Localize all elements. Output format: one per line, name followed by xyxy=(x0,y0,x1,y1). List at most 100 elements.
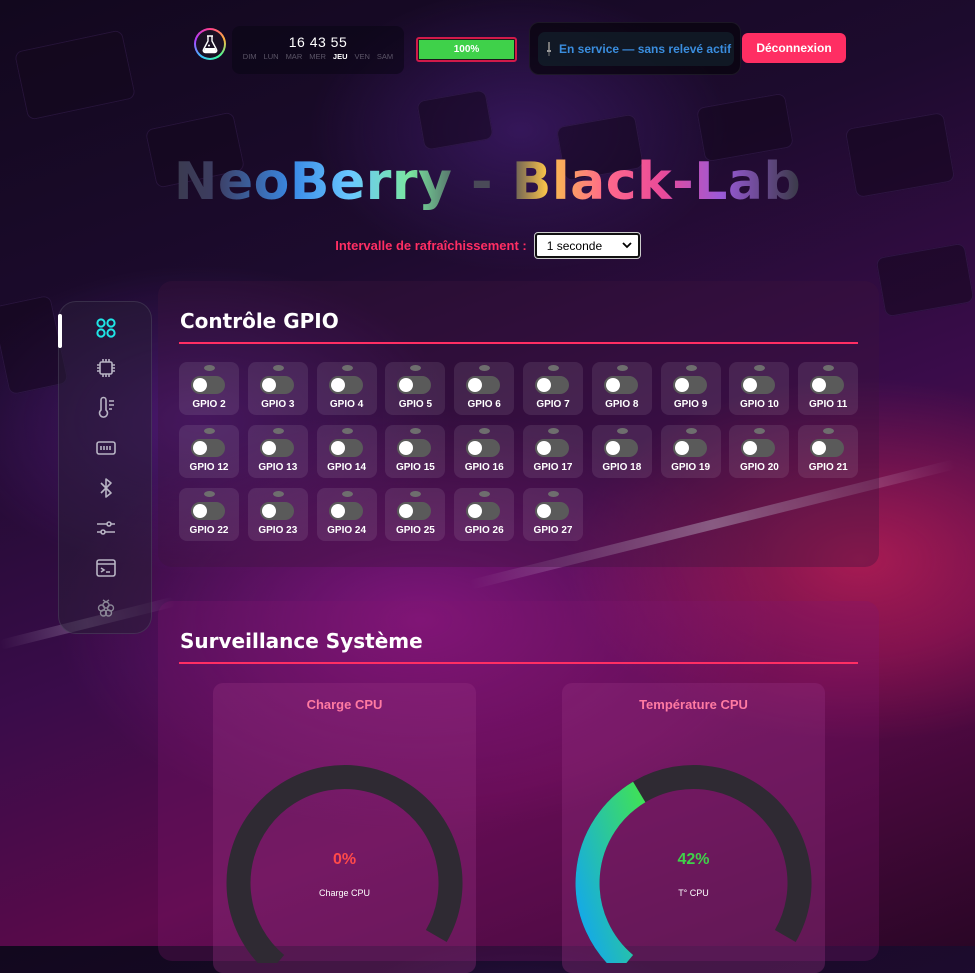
gpio-toggle[interactable] xyxy=(259,439,294,457)
memory-icon xyxy=(96,441,116,455)
toggle-knob xyxy=(261,441,276,455)
gpio-status-led xyxy=(685,365,697,371)
sidebar-item-cpu[interactable] xyxy=(59,348,153,388)
gpio-card: GPIO 25 xyxy=(385,488,446,541)
flask-icon xyxy=(202,35,218,54)
terminal-icon xyxy=(96,559,116,577)
gpio-card: GPIO 23 xyxy=(247,488,308,541)
gpio-card: GPIO 2 xyxy=(179,362,239,415)
gpio-label: GPIO 24 xyxy=(327,525,367,536)
gpio-toggle[interactable] xyxy=(603,376,638,394)
gpio-toggle[interactable] xyxy=(259,376,294,394)
toggle-knob xyxy=(743,378,758,392)
gpio-card: GPIO 13 xyxy=(247,425,308,478)
gpio-label: GPIO 10 xyxy=(739,399,779,410)
toggle-knob xyxy=(468,504,483,518)
toggle-knob xyxy=(399,441,414,455)
gpio-toggle[interactable] xyxy=(191,502,225,520)
gpio-label: GPIO 12 xyxy=(189,462,229,473)
gpio-status-led xyxy=(204,365,215,371)
gpio-toggle[interactable] xyxy=(672,376,707,394)
weekday-row: DIM LUN MAR MER JEU VEN SAM xyxy=(232,52,404,61)
toggle-knob xyxy=(330,441,345,455)
refresh-interval-row: Intervalle de rafraîchissement : 1 secon… xyxy=(0,232,975,259)
gauge-track xyxy=(226,765,463,963)
toggle-knob xyxy=(399,504,414,518)
gpio-card: GPIO 8 xyxy=(591,362,652,415)
gpio-toggle[interactable] xyxy=(603,439,638,457)
gpio-card: GPIO 9 xyxy=(660,362,721,415)
gpio-toggle[interactable] xyxy=(397,376,432,394)
gpio-toggle[interactable] xyxy=(535,502,569,520)
gpio-status-led xyxy=(754,428,766,434)
gpio-label: GPIO 15 xyxy=(395,462,435,473)
toggle-knob xyxy=(193,441,207,455)
gpio-label: GPIO 7 xyxy=(536,399,570,410)
toggle-knob xyxy=(330,378,345,392)
gpio-toggle[interactable] xyxy=(397,502,432,520)
sidebar-item-temperature[interactable] xyxy=(59,388,153,428)
gpio-toggle[interactable] xyxy=(535,376,569,394)
gpio-toggle[interactable] xyxy=(810,439,845,457)
sidebar-item-raspberry[interactable] xyxy=(59,588,153,628)
gpio-label: GPIO 20 xyxy=(739,462,779,473)
gpio-toggle[interactable] xyxy=(466,502,501,520)
gpio-label: GPIO 9 xyxy=(673,399,708,410)
gpio-card: GPIO 5 xyxy=(385,362,446,415)
sidebar-item-settings[interactable] xyxy=(59,508,153,548)
weekday-mar: MAR xyxy=(285,52,303,61)
gpio-toggle[interactable] xyxy=(810,376,845,394)
chevron-down-icon xyxy=(622,242,632,249)
gpio-label: GPIO 19 xyxy=(671,462,711,473)
gpio-toggle[interactable] xyxy=(259,502,294,520)
gauge-title: Charge CPU xyxy=(306,697,383,712)
gpio-status-led xyxy=(548,365,559,371)
gpio-toggle[interactable] xyxy=(741,376,776,394)
gpio-toggle[interactable] xyxy=(672,439,707,457)
gpio-toggle[interactable] xyxy=(191,376,225,394)
toggle-knob xyxy=(193,504,207,518)
gpio-label: GPIO 14 xyxy=(327,462,367,473)
gpio-toggle[interactable] xyxy=(191,439,225,457)
gpio-card: GPIO 7 xyxy=(523,362,583,415)
sidebar-item-terminal[interactable] xyxy=(59,548,153,588)
toggle-knob xyxy=(537,441,551,455)
toggle-knob xyxy=(468,441,483,455)
sidebar-item-memory[interactable] xyxy=(59,428,153,468)
gpio-label: GPIO 18 xyxy=(602,462,642,473)
gauge-value: 42% xyxy=(677,851,710,868)
gpio-status-led xyxy=(479,428,491,434)
gpio-status-led xyxy=(823,428,835,434)
gpio-label: GPIO 21 xyxy=(808,462,848,473)
toggle-knob xyxy=(537,504,551,518)
gpio-label: GPIO 6 xyxy=(467,399,501,410)
system-title-divider xyxy=(179,662,858,664)
gpio-label: GPIO 2 xyxy=(192,399,226,410)
bluetooth-icon xyxy=(100,478,112,498)
gpio-toggle[interactable] xyxy=(328,502,363,520)
gpio-status-led xyxy=(204,491,215,497)
gpio-label: GPIO 11 xyxy=(809,399,848,410)
toggle-knob xyxy=(743,441,758,455)
sidebar-item-dashboard[interactable] xyxy=(59,308,153,348)
gpio-label: GPIO 13 xyxy=(258,462,298,473)
gpio-toggle[interactable] xyxy=(328,376,363,394)
logout-button[interactable]: Déconnexion xyxy=(742,33,846,63)
gpio-toggle[interactable] xyxy=(535,439,569,457)
gpio-card: GPIO 27 xyxy=(523,488,583,541)
gpio-toggle[interactable] xyxy=(397,439,432,457)
gpio-card: GPIO 11 xyxy=(798,362,859,415)
toggle-knob xyxy=(537,378,551,392)
gpio-toggle[interactable] xyxy=(466,376,501,394)
gpio-status-led xyxy=(754,365,766,371)
sidebar-item-bluetooth[interactable] xyxy=(59,468,153,508)
gauge-value: 0% xyxy=(332,851,357,868)
gpio-card: GPIO 14 xyxy=(316,425,377,478)
gpio-toggle[interactable] xyxy=(466,439,501,457)
toggle-knob xyxy=(261,378,276,392)
refresh-interval-value: 1 seconde xyxy=(546,238,603,253)
refresh-interval-select[interactable]: 1 seconde xyxy=(533,232,641,259)
gpio-toggle[interactable] xyxy=(741,439,776,457)
gpio-toggle[interactable] xyxy=(328,439,363,457)
gpio-card: GPIO 22 xyxy=(179,488,239,541)
